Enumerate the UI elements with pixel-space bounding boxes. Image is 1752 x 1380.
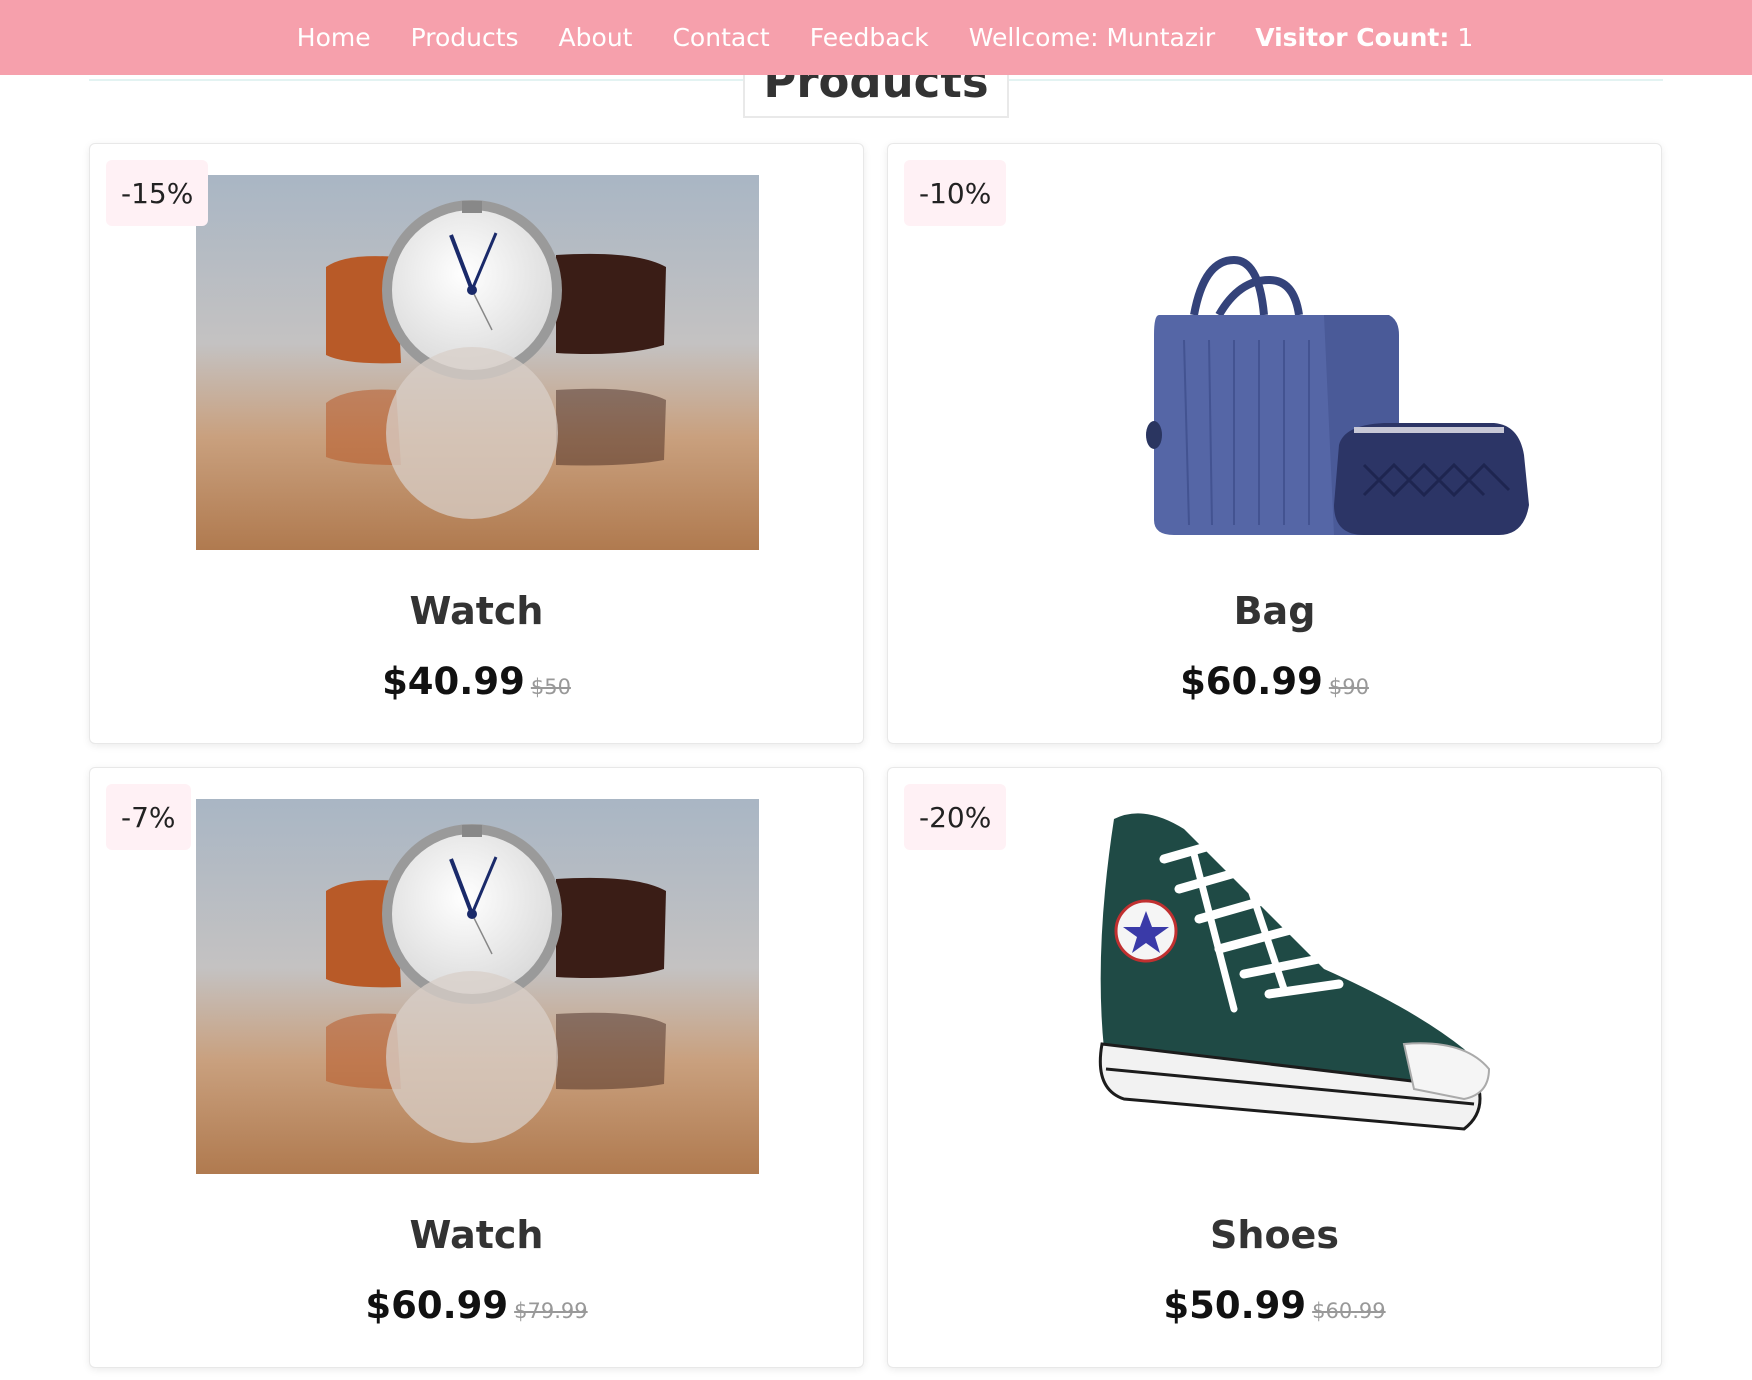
nav-feedback-link[interactable]: Feedback xyxy=(810,23,929,52)
nav-contact-link[interactable]: Contact xyxy=(672,23,769,52)
nav-home-link[interactable]: Home xyxy=(297,23,371,52)
product-name[interactable]: Shoes xyxy=(888,1213,1661,1257)
product-card-shoes[interactable]: -20% Shoes $50.99 $60.99 xyxy=(887,767,1662,1368)
nav-list: Home Products About Contact Feedback Wel… xyxy=(297,23,1473,52)
original-price: $79.99 xyxy=(514,1299,588,1323)
product-name[interactable]: Watch xyxy=(90,1213,863,1257)
current-price: $50.99 xyxy=(1163,1284,1307,1327)
watch-image[interactable] xyxy=(196,175,759,550)
current-price: $40.99 xyxy=(382,660,525,703)
nav-products-link[interactable]: Products xyxy=(411,23,519,52)
discount-badge: -10% xyxy=(904,160,1007,226)
original-price: $60.99 xyxy=(1312,1299,1386,1323)
visitor-count-value: 1 xyxy=(1457,23,1474,52)
current-price: $60.99 xyxy=(1180,660,1323,703)
product-name[interactable]: Watch xyxy=(90,589,863,633)
visitor-count-label: Visitor Count: xyxy=(1255,23,1450,52)
bag-image[interactable] xyxy=(994,175,1557,550)
watch-image[interactable] xyxy=(196,799,759,1174)
visitor-counter: Visitor Count: 1 xyxy=(1255,23,1473,52)
product-name[interactable]: Bag xyxy=(888,589,1661,633)
shoe-image[interactable] xyxy=(994,799,1557,1174)
product-card-bag[interactable]: -10% Bag $60.99 $90 xyxy=(887,143,1662,744)
current-price: $60.99 xyxy=(365,1284,509,1327)
product-card-watch[interactable]: -15% Watch $40.99 $50 xyxy=(89,143,864,744)
top-navbar: Home Products About Contact Feedback Wel… xyxy=(0,0,1752,75)
original-price: $90 xyxy=(1328,675,1369,699)
price-row: $60.99 $90 xyxy=(888,660,1661,703)
discount-badge: -7% xyxy=(106,784,191,850)
price-row: $50.99 $60.99 xyxy=(888,1284,1661,1327)
welcome-text: Wellcome: Muntazir xyxy=(968,23,1216,52)
nav-about-link[interactable]: About xyxy=(559,23,633,52)
discount-badge: -15% xyxy=(106,160,209,226)
discount-badge: -20% xyxy=(904,784,1007,850)
original-price: $50 xyxy=(530,675,571,699)
price-row: $60.99 $79.99 xyxy=(90,1284,863,1327)
price-row: $40.99 $50 xyxy=(90,660,863,703)
product-card-watch[interactable]: -7% Watch $60.99 $79.99 xyxy=(89,767,864,1368)
